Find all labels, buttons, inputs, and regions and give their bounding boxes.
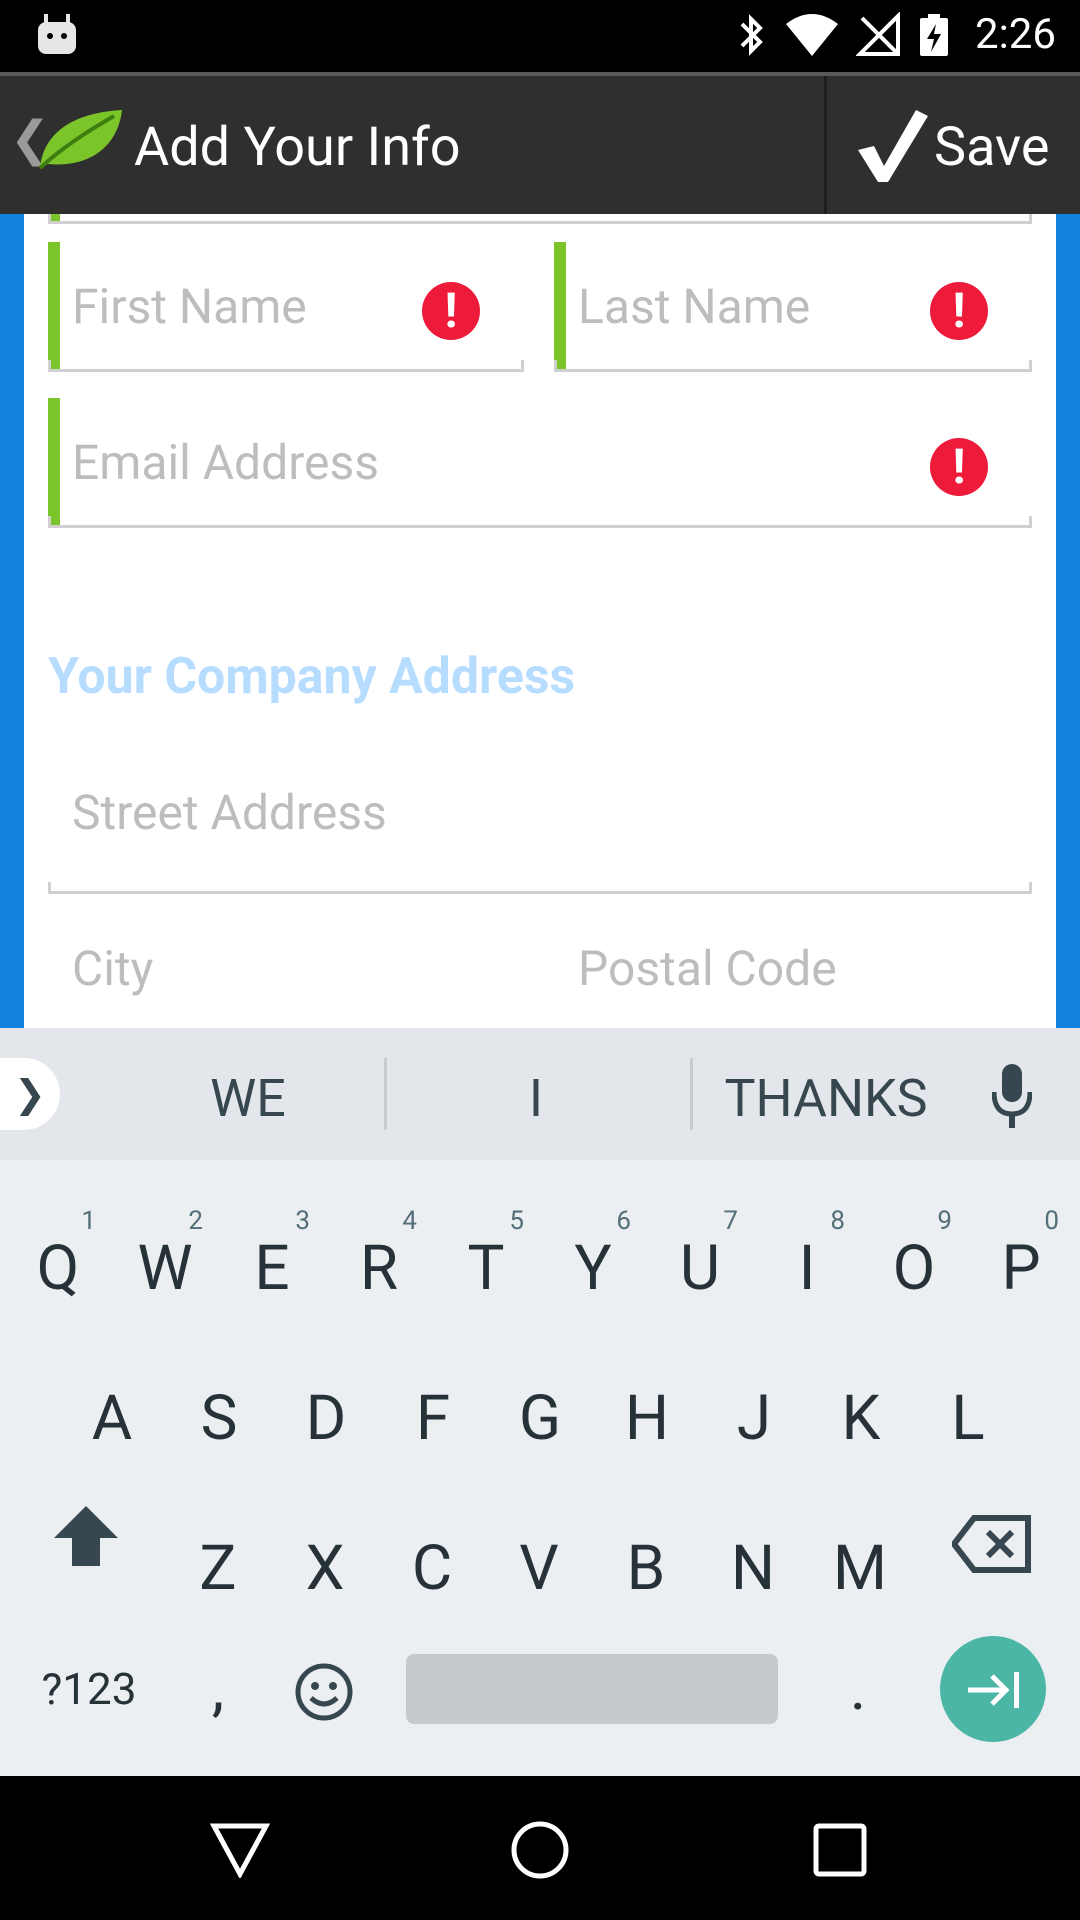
back-triangle-icon[interactable] <box>210 1822 270 1878</box>
key-u[interactable]: U7 <box>650 1206 750 1324</box>
key-m[interactable]: M <box>810 1514 910 1624</box>
home-circle-icon[interactable] <box>510 1820 570 1880</box>
app-bar: ❮ Add Your Info Save <box>0 72 1080 218</box>
last-name-field[interactable]: Last Name ! <box>554 242 1032 372</box>
key-hint: 1 <box>81 1206 96 1236</box>
field-accent-bar <box>554 242 566 372</box>
checkmark-icon <box>858 110 928 182</box>
key-hint: 9 <box>937 1206 952 1236</box>
key-hint: 4 <box>402 1206 417 1236</box>
recents-square-icon[interactable] <box>812 1822 868 1878</box>
key-hint: 7 <box>723 1206 738 1236</box>
city-field[interactable]: City <box>48 920 524 1028</box>
app-bar-divider <box>824 76 827 218</box>
key-f[interactable]: F <box>383 1364 483 1474</box>
first-name-placeholder: First Name <box>72 278 307 335</box>
key-p[interactable]: P0 <box>971 1206 1071 1324</box>
navigation-bar <box>0 1776 1080 1920</box>
error-icon[interactable]: ! <box>930 282 988 340</box>
period-key[interactable]: . <box>808 1634 908 1744</box>
error-icon[interactable]: ! <box>930 438 988 496</box>
key-g[interactable]: G <box>490 1364 590 1474</box>
key-h[interactable]: H <box>597 1364 697 1474</box>
symbols-key[interactable]: ?123 <box>34 1634 144 1744</box>
battery-charging-icon <box>920 14 948 56</box>
space-bar[interactable] <box>406 1654 778 1724</box>
key-a[interactable]: A <box>62 1364 162 1474</box>
email-placeholder: Email Address <box>72 434 380 491</box>
key-z[interactable]: Z <box>168 1514 268 1624</box>
suggestion-1[interactable]: WE <box>148 1068 348 1129</box>
android-notification-icon <box>38 14 76 54</box>
key-q[interactable]: Q1 <box>8 1206 108 1324</box>
postal-code-placeholder: Postal Code <box>578 940 837 997</box>
suggestion-2[interactable]: I <box>436 1068 636 1129</box>
page-title: Add Your Info <box>134 116 461 179</box>
postal-code-field[interactable]: Postal Code <box>554 920 1032 1028</box>
form-content[interactable]: First Name ! Last Name ! Email Address !… <box>0 214 1080 1028</box>
save-label: Save <box>934 116 1050 179</box>
emoji-icon[interactable] <box>294 1662 354 1722</box>
field-accent-bar <box>48 398 60 528</box>
last-name-placeholder: Last Name <box>578 278 811 335</box>
key-v[interactable]: V <box>489 1514 589 1624</box>
key-hint: 0 <box>1044 1206 1059 1236</box>
bluetooth-icon <box>740 14 763 56</box>
city-placeholder: City <box>72 940 154 997</box>
wifi-icon <box>786 14 838 56</box>
microphone-icon[interactable] <box>992 1062 1032 1132</box>
key-hint: 8 <box>830 1206 845 1236</box>
key-b[interactable]: B <box>596 1514 696 1624</box>
chevron-right-icon: ❯ <box>14 1073 46 1117</box>
key-e[interactable]: E3 <box>222 1206 322 1324</box>
error-icon[interactable]: ! <box>422 282 480 340</box>
field-accent-bar <box>48 242 60 372</box>
first-name-field[interactable]: First Name ! <box>48 242 524 372</box>
status-bar: 2:26 <box>0 0 1080 72</box>
key-hint: 2 <box>188 1206 203 1236</box>
key-x[interactable]: X <box>275 1514 375 1624</box>
key-k[interactable]: K <box>811 1364 911 1474</box>
key-w[interactable]: W2 <box>115 1206 215 1324</box>
key-hint: 6 <box>616 1206 631 1236</box>
key-i[interactable]: I8 <box>757 1206 857 1324</box>
company-address-card: Street Address City Postal Code <box>24 724 1056 1028</box>
street-address-placeholder: Street Address <box>72 784 387 841</box>
suggestion-3[interactable]: THANKS <box>716 1068 936 1129</box>
shift-icon[interactable] <box>52 1504 120 1568</box>
key-d[interactable]: D <box>276 1364 376 1474</box>
key-t[interactable]: T5 <box>436 1206 536 1324</box>
key-o[interactable]: O9 <box>864 1206 964 1324</box>
key-r[interactable]: R4 <box>329 1206 429 1324</box>
key-hint: 3 <box>295 1206 310 1236</box>
key-c[interactable]: C <box>382 1514 482 1624</box>
clock-time: 2:26 <box>975 10 1056 59</box>
key-l[interactable]: L <box>918 1364 1018 1474</box>
street-address-field[interactable]: Street Address <box>48 764 1032 894</box>
soft-keyboard: ❯ WE I THANKS Q1W2E3R4T5Y6U7I8O9P0 ASDFG… <box>0 1028 1080 1776</box>
key-j[interactable]: J <box>704 1364 804 1474</box>
company-address-heading: Your Company Address <box>48 648 576 706</box>
next-field-button[interactable] <box>940 1636 1046 1742</box>
key-y[interactable]: Y6 <box>543 1206 643 1324</box>
previous-field[interactable] <box>48 214 1032 224</box>
leaf-logo-icon[interactable] <box>34 106 126 174</box>
no-signal-icon <box>856 12 900 56</box>
email-field[interactable]: Email Address ! <box>48 398 1032 528</box>
key-s[interactable]: S <box>169 1364 269 1474</box>
tab-next-icon <box>968 1672 1019 1708</box>
key-n[interactable]: N <box>703 1514 803 1624</box>
key-hint: 5 <box>509 1206 524 1236</box>
comma-key[interactable]: , <box>168 1634 268 1744</box>
save-button[interactable]: Save <box>830 76 1080 218</box>
expand-suggestions-button[interactable]: ❯ <box>0 1058 60 1130</box>
backspace-icon[interactable] <box>952 1514 1032 1574</box>
suggestion-strip: ❯ WE I THANKS <box>0 1028 1080 1160</box>
